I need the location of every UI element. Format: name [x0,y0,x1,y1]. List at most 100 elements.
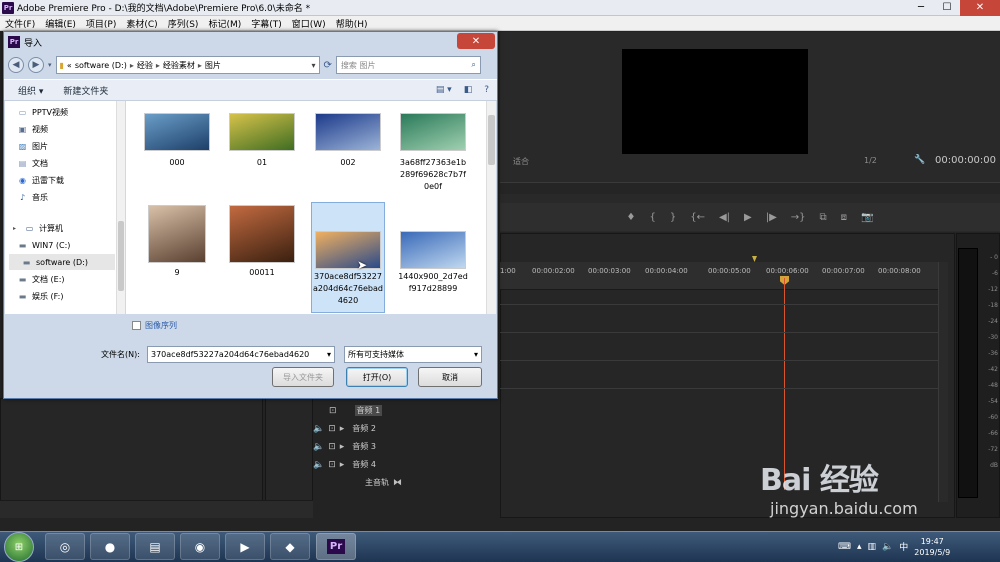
nav-item-drive-d[interactable]: ▬ software (D:) [9,254,115,270]
expand-icon[interactable]: ▸ [9,223,20,233]
file-list-scrollbar[interactable] [486,101,496,314]
nav-item-pptv[interactable]: ▭ PPTV视频 [17,104,127,120]
program-scrubber[interactable] [500,182,1000,194]
track-audio-4[interactable]: 🔈 ⊡ ▸ 音频 4 [313,456,438,473]
address-crumb[interactable]: 经验 [137,60,153,71]
camera-icon[interactable]: 📷 [861,212,873,223]
nav-item-music[interactable]: ♪ 音乐 [17,189,127,205]
taskbar-premiere-icon[interactable]: Pr [316,533,356,560]
cancel-button[interactable]: 取消 [418,367,482,387]
speaker-icon[interactable]: 🔈 [313,460,324,470]
step-back-icon[interactable]: ◀| [719,212,730,223]
search-input[interactable]: 搜索 图片 ⌕ [335,56,481,74]
file-item[interactable]: 1440x900_2d7edf917d28899 [396,203,470,303]
refresh-icon[interactable]: ⟳ [324,60,332,71]
nav-item-drive-e[interactable]: ▬ 文档 (E:) [17,271,127,287]
menu-title[interactable]: 字幕(T) [246,17,287,30]
image-sequence-option[interactable]: 图像序列 [132,318,177,332]
sync-lock-icon[interactable]: ⊡ [328,442,336,452]
organize-button[interactable]: 组织 ▾ [18,84,43,97]
sync-lock-icon[interactable]: ⊡ [328,424,336,434]
tray-expand-icon[interactable]: ▴ [857,542,862,552]
start-button[interactable]: ⊞ [4,532,34,562]
menu-help[interactable]: 帮助(H) [331,17,373,30]
nav-item-drive-c[interactable]: ▬ WIN7 (C:) [17,237,127,253]
back-icon[interactable]: ◀ [8,57,24,73]
taskbar-media-icon[interactable]: ▶ [225,533,265,560]
keyboard-icon[interactable]: ⌨ [838,542,851,552]
expand-icon[interactable]: ▸ [340,460,345,470]
taskbar-firefox-icon[interactable]: ◉ [180,533,220,560]
file-item[interactable]: 000 [140,105,214,205]
nav-item-drive-f[interactable]: ▬ 娱乐 (F:) [17,288,127,304]
marker-icon[interactable]: ♦ [626,212,635,223]
minimize-icon[interactable]: ─ [908,0,934,16]
chevron-down-icon[interactable]: ▾ [474,350,478,359]
import-folder-button[interactable]: 导入文件夹 [272,367,334,387]
open-button[interactable]: 打开(O) [346,367,408,387]
file-item[interactable]: 01 [225,105,299,205]
close-icon[interactable]: ✕ [960,0,1000,16]
menu-sequence[interactable]: 序列(S) [163,17,204,30]
image-sequence-checkbox[interactable] [132,320,141,330]
menu-file[interactable]: 文件(F) [0,17,40,30]
address-dropdown-icon[interactable]: ▾ [312,61,319,70]
nav-pane-scrollbar[interactable] [116,101,125,314]
help-icon[interactable]: ? [484,85,489,95]
bowtie-icon[interactable]: ⧓ [393,478,402,488]
go-to-in-icon[interactable]: {← [690,212,705,223]
volume-icon[interactable]: 🔈 [882,542,893,552]
filetype-select[interactable]: 所有可支持媒体 ▾ [344,345,482,363]
file-item[interactable]: 002 [311,105,385,205]
lift-icon[interactable]: ⧉ [820,212,827,223]
maximize-icon[interactable]: ☐ [934,0,960,16]
file-item[interactable]: 00011 [225,203,299,303]
clock[interactable]: 19:47 2019/5/9 [914,536,950,558]
sync-lock-icon[interactable]: ⊡ [328,460,336,470]
menu-window[interactable]: 窗口(W) [287,17,331,30]
view-options-icon[interactable]: ▤ ▾ [436,85,452,95]
menu-marker[interactable]: 标记(M) [203,17,246,30]
nav-item-downloads[interactable]: ◉ 迅雷下载 [17,172,127,188]
nav-item-pictures[interactable]: ▨ 图片 [17,138,127,154]
step-forward-icon[interactable]: |▶ [766,212,777,223]
taskbar-qq-icon[interactable]: ● [90,533,130,560]
menu-project[interactable]: 项目(P) [81,17,121,30]
preview-pane-icon[interactable]: ◧ [464,85,473,95]
file-item-selected[interactable]: 370ace8df53227a204d64c76ebad4620 [311,202,385,313]
speaker-icon[interactable]: 🔈 [313,424,324,434]
address-crumb[interactable]: 图片 [205,60,221,71]
timeline-ruler[interactable]: 1:00 00:00:02:00 00:00:03:00 00:00:04:00… [500,262,938,290]
play-icon[interactable]: ▶ [744,212,752,223]
fit-dropdown[interactable]: 适合 [513,156,529,167]
address-crumb[interactable]: 经验素材 [163,60,195,71]
mark-in-icon[interactable]: { [649,212,655,223]
extract-icon[interactable]: ⧈ [841,212,847,223]
dialog-close-button[interactable]: ✕ [457,33,495,49]
expand-icon[interactable]: ▸ [340,424,345,434]
resolution-dropdown[interactable]: 1/2 [864,156,877,165]
track-audio-3[interactable]: 🔈 ⊡ ▸ 音频 3 [313,438,438,455]
menu-edit[interactable]: 编辑(E) [40,17,81,30]
wrench-icon[interactable]: 🔧 [914,155,925,165]
sync-lock-icon[interactable]: ⊡ [329,406,337,416]
taskbar-explorer-icon[interactable]: ▤ [135,533,175,560]
filename-input[interactable]: 370ace8df53227a204d64c76ebad4620 ▾ [147,345,335,363]
track-master[interactable]: 主音轨 ⧓ [313,474,438,491]
nav-item-documents[interactable]: ▤ 文档 [17,155,127,171]
expand-icon[interactable]: ▸ [340,442,345,452]
track-audio-1[interactable]: ⊡ 音频 1 [313,402,438,419]
file-item[interactable]: 3a68ff27363e1b289f69628c7b7f0e0f [396,105,470,205]
taskbar-360-icon[interactable]: ◎ [45,533,85,560]
address-crumb[interactable]: software (D:) [75,61,127,70]
menu-clip[interactable]: 素材(C) [121,17,162,30]
forward-icon[interactable]: ▶ [28,57,44,73]
track-audio-2[interactable]: 🔈 ⊡ ▸ 音频 2 [313,420,438,437]
taskbar-app-icon[interactable]: ◆ [270,533,310,560]
network-icon[interactable]: ▥ [868,542,877,552]
input-method-icon[interactable]: 中 [899,540,908,553]
mark-out-icon[interactable]: } [670,212,676,223]
chevron-down-icon[interactable]: ▾ [327,350,331,359]
address-bar[interactable]: ▮ « software (D:) ▸ 经验 ▸ 经验素材 ▸ 图片 ▾ [55,56,320,74]
recent-dropdown-icon[interactable]: ▾ [48,61,52,69]
